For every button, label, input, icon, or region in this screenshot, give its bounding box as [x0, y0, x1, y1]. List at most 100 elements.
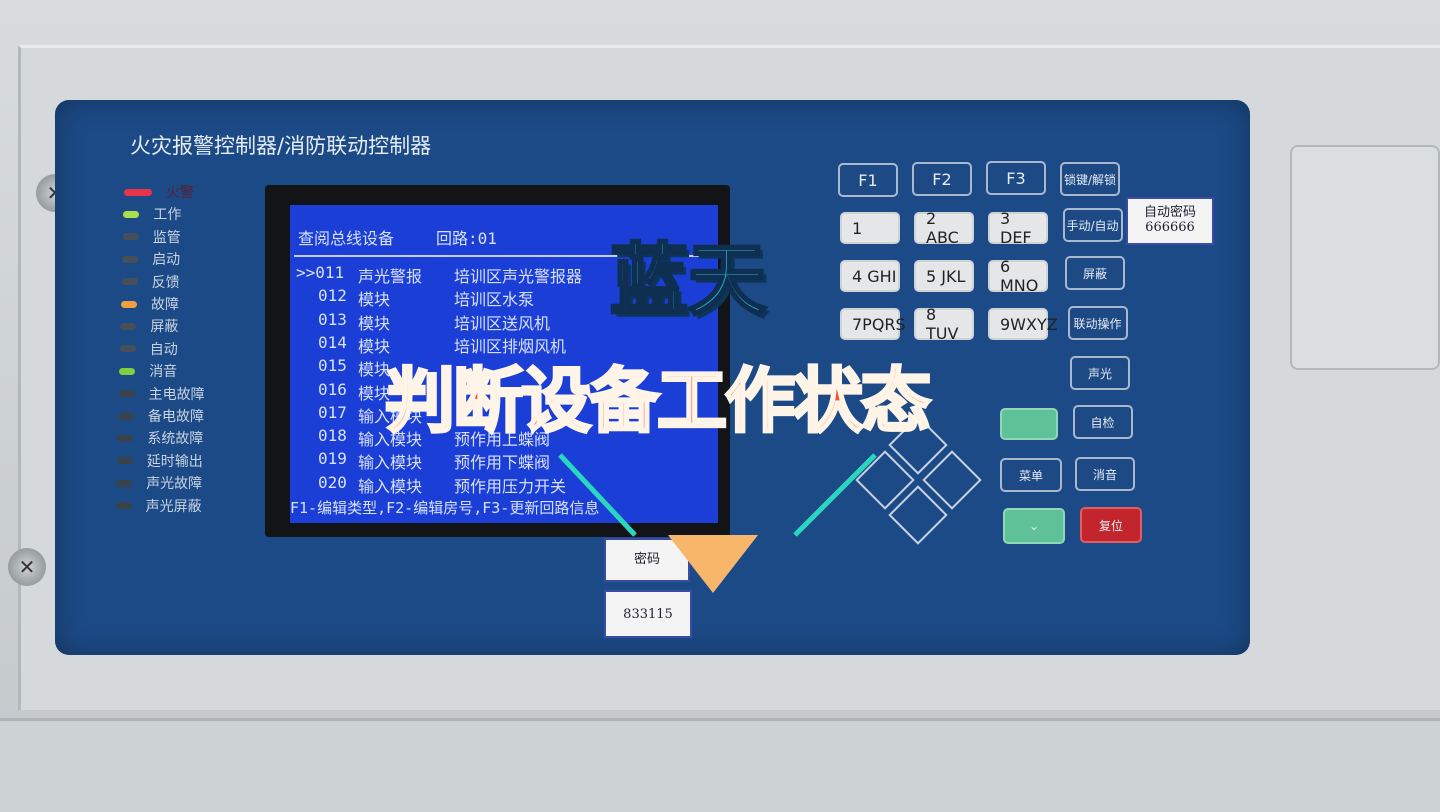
function-key-3[interactable]: 联动操作 [1067, 306, 1128, 340]
down-key[interactable]: ⌄ [1003, 508, 1065, 544]
down-triangle-icon [668, 535, 758, 593]
lcd-loop: 回路:01 [436, 229, 497, 248]
led-icon [119, 345, 136, 353]
indicator-14: 声光屏蔽 [115, 496, 202, 516]
device-row[interactable]: 019 输入模块 预作用下蝶阀 [296, 449, 550, 473]
f3-key[interactable]: F3 [986, 161, 1046, 195]
indicator-label: 延时输出 [146, 453, 203, 470]
indicator-4: 反馈 [121, 272, 180, 292]
indicator-label: 备电故障 [148, 409, 204, 425]
led-icon [118, 412, 134, 420]
indicator-label: 工作 [153, 207, 182, 224]
indicator-8: 消音 [119, 361, 177, 381]
digit-key-2[interactable]: 2 ABC [914, 209, 974, 247]
led-icon [117, 434, 134, 442]
password-note: 833115 [604, 590, 692, 638]
auto-password-note: 自动密码 666666 [1126, 197, 1214, 245]
device-type: 模块 [358, 313, 391, 333]
led-icon [123, 210, 140, 218]
device-num: 014 [318, 332, 347, 352]
menu-key[interactable]: 菜单 [1000, 458, 1062, 492]
function-key-5[interactable]: 自检 [1072, 405, 1133, 439]
led-icon [116, 457, 133, 465]
device-location: 预作用下蝶阀 [454, 453, 551, 473]
lower-panel [0, 718, 1440, 812]
digit-key-1[interactable]: 1 [840, 212, 900, 244]
led-icon [119, 367, 136, 375]
indicator-11: 系统故障 [117, 428, 203, 448]
device-num: >>011 [296, 263, 345, 282]
led-icon [121, 300, 137, 308]
indicator-3: 启动 [122, 249, 180, 269]
lcd-title: 查阅总线设备 [298, 229, 395, 248]
indicator-label: 反馈 [151, 274, 180, 291]
pointer-lines [558, 453, 877, 537]
led-icon [115, 502, 132, 510]
indicator-label: 声光屏蔽 [145, 498, 202, 515]
indicator-5: 故障 [121, 294, 179, 314]
indicator-0: 火警 [124, 182, 194, 202]
device-row[interactable]: >>011 声光警报 培训区声光警报器 [296, 263, 582, 287]
device-location: 培训区水泵 [454, 290, 535, 310]
digit-key-4[interactable]: 4 GHI [840, 260, 900, 292]
indicator-label: 主电故障 [148, 386, 205, 403]
led-icon [121, 278, 138, 286]
digit-key-7[interactable]: 7PQRS [840, 308, 906, 340]
indicator-label: 屏蔽 [150, 319, 179, 336]
device-num: 017 [318, 402, 347, 422]
digit-key-5[interactable]: 5 JKL [914, 260, 974, 292]
indicator-2: 监管 [122, 227, 181, 247]
indicator-label: 火警 [166, 185, 194, 201]
digit-key-6[interactable]: 6 MNO [988, 257, 1048, 295]
device-type: 输入模块 [358, 476, 423, 496]
led-icon [118, 390, 135, 398]
indicator-7: 自动 [119, 339, 178, 359]
device-num: 016 [318, 379, 347, 399]
brand-overlay: 蓝天 [608, 235, 767, 328]
device-row[interactable]: 013 模块 培训区送风机 [296, 310, 550, 334]
confirm-key[interactable] [1000, 408, 1058, 440]
device-row[interactable]: 012 模块 培训区水泵 [296, 286, 534, 310]
device-num: 019 [318, 449, 347, 469]
device-location: 培训区声光警报器 [454, 267, 583, 286]
device-row[interactable]: 020 输入模块 预作用压力开关 [296, 473, 566, 497]
led-icon [116, 479, 133, 487]
screw-icon: ✕ [8, 548, 46, 586]
device-num: 013 [318, 309, 347, 329]
indicator-9: 主电故障 [118, 384, 205, 404]
device-num: 018 [318, 426, 347, 446]
indicator-label: 监管 [152, 229, 181, 246]
led-icon [122, 233, 139, 241]
f2-key[interactable]: F2 [912, 162, 972, 196]
digit-key-9[interactable]: 9WXYZ [988, 308, 1058, 340]
function-key-0[interactable]: 锁键/解锁 [1060, 162, 1120, 196]
printer [1290, 145, 1440, 370]
function-key-2[interactable]: 屏蔽 [1065, 256, 1125, 290]
note-label: 自动密码 [1143, 205, 1196, 220]
device-location: 培训区送风机 [454, 313, 551, 333]
indicator-label: 自动 [149, 341, 178, 358]
indicator-label: 消音 [149, 364, 178, 381]
caption-overlay: 判断设备工作状态 [384, 359, 933, 444]
f1-key[interactable]: F1 [838, 163, 898, 197]
function-key-4[interactable]: 声光 [1070, 356, 1130, 390]
indicator-1: 工作 [123, 204, 181, 224]
indicator-10: 备电故障 [118, 406, 204, 426]
indicator-6: 屏蔽 [120, 316, 178, 336]
device-type: 输入模块 [358, 453, 423, 473]
indicator-13: 声光故障 [116, 473, 202, 493]
indicator-label: 声光故障 [146, 476, 203, 493]
device-type: 声光警报 [358, 267, 423, 286]
function-key-1[interactable]: 手动/自动 [1062, 208, 1123, 242]
indicator-label: 系统故障 [147, 431, 204, 448]
function-key-6[interactable]: 消音 [1075, 457, 1135, 491]
device-num: 020 [318, 472, 347, 492]
digit-key-8[interactable]: 8 TUV [914, 305, 974, 343]
indicator-12: 延时输出 [116, 451, 203, 471]
device-num: 015 [318, 356, 347, 376]
digit-key-3[interactable]: 3 DEF [988, 209, 1048, 247]
reset-key[interactable]: 复位 [1080, 507, 1142, 543]
led-icon [122, 255, 139, 263]
indicator-label: 故障 [151, 297, 179, 313]
panel-title: 火灾报警控制器/消防联动控制器 [130, 134, 432, 158]
